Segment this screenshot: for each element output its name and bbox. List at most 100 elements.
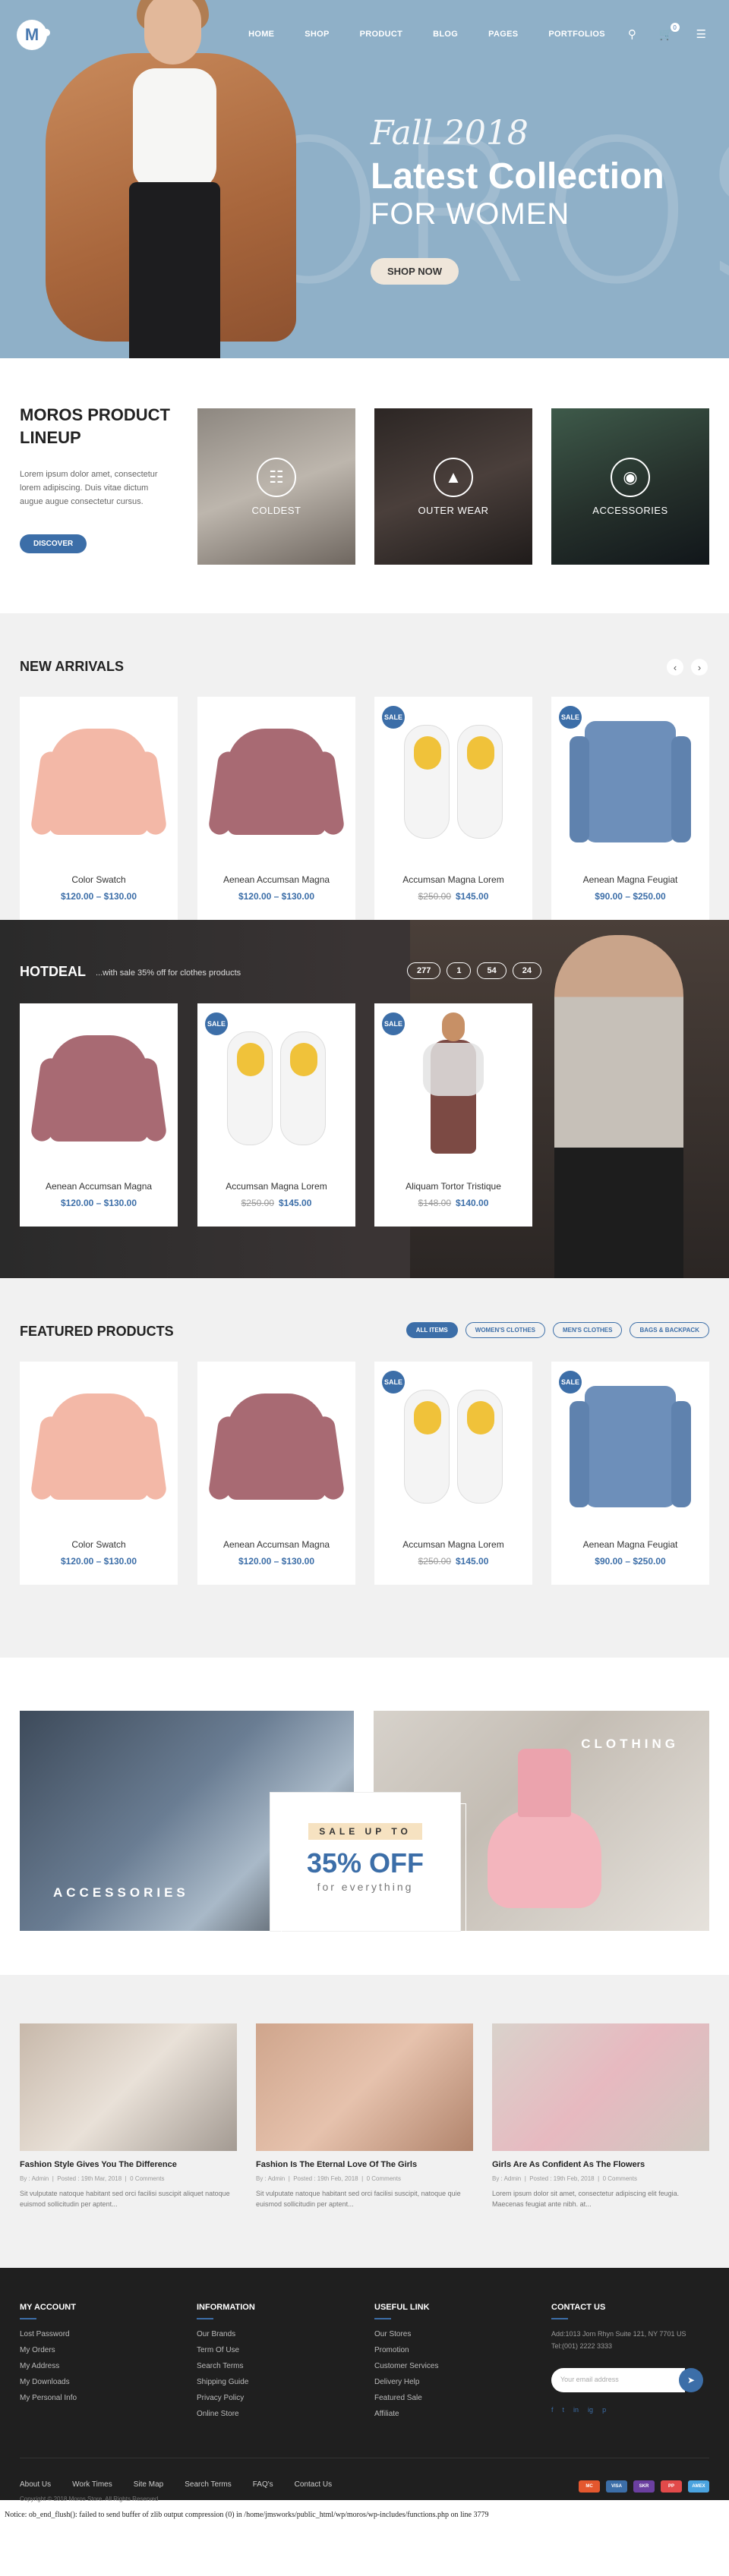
nav-pages[interactable]: PAGES xyxy=(488,30,518,39)
section-title: HOTDEAL xyxy=(20,964,86,979)
footer-bottom-link[interactable]: Contact Us xyxy=(295,2480,332,2489)
blog-post[interactable]: Fashion Style Gives You The Difference B… xyxy=(20,2023,237,2209)
blog-meta: By : Admin | Posted : 19th Feb, 2018 | 0… xyxy=(492,2175,637,2182)
product-price: $120.00 – $130.00 xyxy=(60,1556,137,1567)
prev-arrow-icon[interactable]: ‹ xyxy=(667,659,683,675)
product-card[interactable]: SALE Aenean Magna Feugiat $90.00 – $250.… xyxy=(551,697,709,920)
product-card[interactable]: SALE Accumsan Magna Lorem $250.00 $145.00 xyxy=(374,1362,532,1585)
product-card[interactable]: SALE Accumsan Magna Lorem $250.00 $145.00 xyxy=(374,697,532,920)
sale-promo-box[interactable]: SALE UP TO 35% OFF for everything xyxy=(270,1792,466,1937)
cart-icon[interactable]: 🛒 0 xyxy=(659,23,680,41)
footer-link[interactable]: Promotion xyxy=(374,2346,438,2354)
footer-link[interactable]: My Orders xyxy=(20,2346,77,2354)
email-field[interactable]: Your email address xyxy=(551,2368,685,2392)
footer-bottom-link[interactable]: About Us xyxy=(20,2480,51,2489)
section-title: NEW ARRIVALS xyxy=(20,659,124,674)
category-outer-wear[interactable]: ▲ OUTER WEAR xyxy=(374,408,532,565)
paypal-icon: PP xyxy=(661,2480,682,2493)
shop-now-button[interactable]: SHOP NOW xyxy=(371,258,459,285)
category-coldest[interactable]: ☷ COLDEST xyxy=(197,408,355,565)
footer-link[interactable]: Our Stores xyxy=(374,2330,438,2338)
product-card[interactable]: Aenean Accumsan Magna $120.00 – $130.00 xyxy=(197,1362,355,1585)
filter-mens-clothes[interactable]: MEN'S CLOTHES xyxy=(553,1322,623,1338)
blog-image[interactable] xyxy=(256,2023,473,2151)
hero-script: Fall 2018 xyxy=(371,114,529,153)
footer-link[interactable]: Shipping Guide xyxy=(197,2378,255,2386)
hero-text: Fall 2018 Latest Collection FOR WOMEN xyxy=(371,114,664,231)
filter-womens-clothes[interactable]: WOMEN'S CLOTHES xyxy=(465,1322,545,1338)
footer-bottom-link[interactable]: Work Times xyxy=(72,2480,112,2489)
facebook-icon[interactable]: f xyxy=(551,2406,554,2414)
copyright-text: Copyright © 2018 Moros Store. All Rights… xyxy=(20,2496,159,2502)
coat-icon: ☷ xyxy=(257,457,296,497)
lineup-text: Lorem ipsum dolor amet, consectetur lore… xyxy=(20,470,158,506)
countdown-hours: 1 xyxy=(447,962,472,979)
product-card[interactable]: Color Swatch $120.00 – $130.00 xyxy=(20,697,178,920)
nav-blog[interactable]: BLOG xyxy=(433,30,458,39)
product-card[interactable]: Aenean Accumsan Magna $120.00 – $130.00 xyxy=(20,1003,178,1227)
footer-link[interactable]: Search Terms xyxy=(197,2362,255,2370)
footer-bottom-link[interactable]: FAQ's xyxy=(253,2480,273,2489)
nav-home[interactable]: HOME xyxy=(248,30,274,39)
product-lineup: MOROS PRODUCT LINEUP Lorem ipsum dolor a… xyxy=(0,358,729,613)
blog-title[interactable]: Girls Are As Confident As The Flowers xyxy=(492,2160,709,2169)
next-arrow-icon[interactable]: › xyxy=(691,659,708,675)
category-accessories[interactable]: ◉ ACCESSORIES xyxy=(551,408,709,565)
footer-bottom-link[interactable]: Site Map xyxy=(134,2480,163,2489)
product-name[interactable]: Aenean Accumsan Magna xyxy=(197,1539,355,1550)
footer-link[interactable]: Online Store xyxy=(197,2410,255,2418)
instagram-icon[interactable]: ig xyxy=(588,2406,593,2414)
footer-link[interactable]: Featured Sale xyxy=(374,2394,438,2402)
footer-link[interactable]: Delivery Help xyxy=(374,2378,438,2386)
product-name[interactable]: Aliquam Tortor Tristique xyxy=(374,1181,532,1192)
footer-link[interactable]: Affiliate xyxy=(374,2410,438,2418)
footer-bottom-link[interactable]: Search Terms xyxy=(185,2480,232,2489)
subscribe-arrow-icon[interactable]: ➤ xyxy=(679,2368,703,2392)
nav-shop[interactable]: SHOP xyxy=(305,30,329,39)
nav-product[interactable]: PRODUCT xyxy=(360,30,403,39)
product-name[interactable]: Aenean Magna Feugiat xyxy=(551,874,709,885)
discover-button[interactable]: DISCOVER xyxy=(20,534,87,553)
product-name[interactable]: Color Swatch xyxy=(20,1539,178,1550)
cart-count-badge: 0 xyxy=(670,23,680,32)
carousel-arrows: ‹ › xyxy=(667,659,708,675)
product-card[interactable]: Color Swatch $120.00 – $130.00 xyxy=(20,1362,178,1585)
footer-link[interactable]: Lost Password xyxy=(20,2330,77,2338)
footer-link[interactable]: Term Of Use xyxy=(197,2346,255,2354)
pinterest-icon[interactable]: p xyxy=(602,2406,606,2414)
filter-all-items[interactable]: ALL ITEMS xyxy=(406,1322,458,1338)
nav-portfolios[interactable]: PORTFOLIOS xyxy=(548,30,605,39)
product-card[interactable]: SALE Aliquam Tortor Tristique $148.00 $14… xyxy=(374,1003,532,1227)
product-name[interactable]: Accumsan Magna Lorem xyxy=(197,1181,355,1192)
product-card[interactable]: Aenean Accumsan Magna $120.00 – $130.00 xyxy=(197,697,355,920)
footer-link[interactable]: My Personal Info xyxy=(20,2394,77,2402)
product-name[interactable]: Aenean Accumsan Magna xyxy=(20,1181,178,1192)
blog-post[interactable]: Fashion Is The Eternal Love Of The Girls… xyxy=(256,2023,473,2209)
blog-image[interactable] xyxy=(492,2023,709,2151)
product-card[interactable]: SALE Aenean Magna Feugiat $90.00 – $250.… xyxy=(551,1362,709,1585)
product-image xyxy=(227,729,326,835)
blog-post[interactable]: Girls Are As Confident As The Flowers By… xyxy=(492,2023,709,2209)
search-icon[interactable]: ⚲ xyxy=(628,27,636,41)
blog-image[interactable] xyxy=(20,2023,237,2151)
visa-icon: VISA xyxy=(606,2480,627,2493)
product-name[interactable]: Aenean Accumsan Magna xyxy=(197,874,355,885)
product-name[interactable]: Accumsan Magna Lorem xyxy=(374,1539,532,1550)
blog-title[interactable]: Fashion Is The Eternal Love Of The Girls xyxy=(256,2160,473,2169)
menu-icon[interactable]: ☰ xyxy=(696,27,706,41)
product-name[interactable]: Aenean Magna Feugiat xyxy=(551,1539,709,1550)
twitter-icon[interactable]: t xyxy=(563,2406,565,2414)
footer-contact: CONTACT US Add:1013 Jorn Rhyn Suite 121,… xyxy=(551,2303,703,2414)
product-name[interactable]: Accumsan Magna Lorem xyxy=(374,874,532,885)
footer-link[interactable]: My Address xyxy=(20,2362,77,2370)
product-card[interactable]: SALE Accumsan Magna Lorem $250.00 $145.00 xyxy=(197,1003,355,1227)
blog-title[interactable]: Fashion Style Gives You The Difference xyxy=(20,2160,237,2169)
footer-link[interactable]: My Downloads xyxy=(20,2378,77,2386)
linkedin-icon[interactable]: in xyxy=(573,2406,579,2414)
product-name[interactable]: Color Swatch xyxy=(20,874,178,885)
filter-bags-backpack[interactable]: BAGS & BACKPACK xyxy=(630,1322,709,1338)
footer-link[interactable]: Our Brands xyxy=(197,2330,255,2338)
footer-link[interactable]: Privacy Policy xyxy=(197,2394,255,2402)
mastercard-icon: MC xyxy=(579,2480,600,2493)
footer-link[interactable]: Customer Services xyxy=(374,2362,438,2370)
